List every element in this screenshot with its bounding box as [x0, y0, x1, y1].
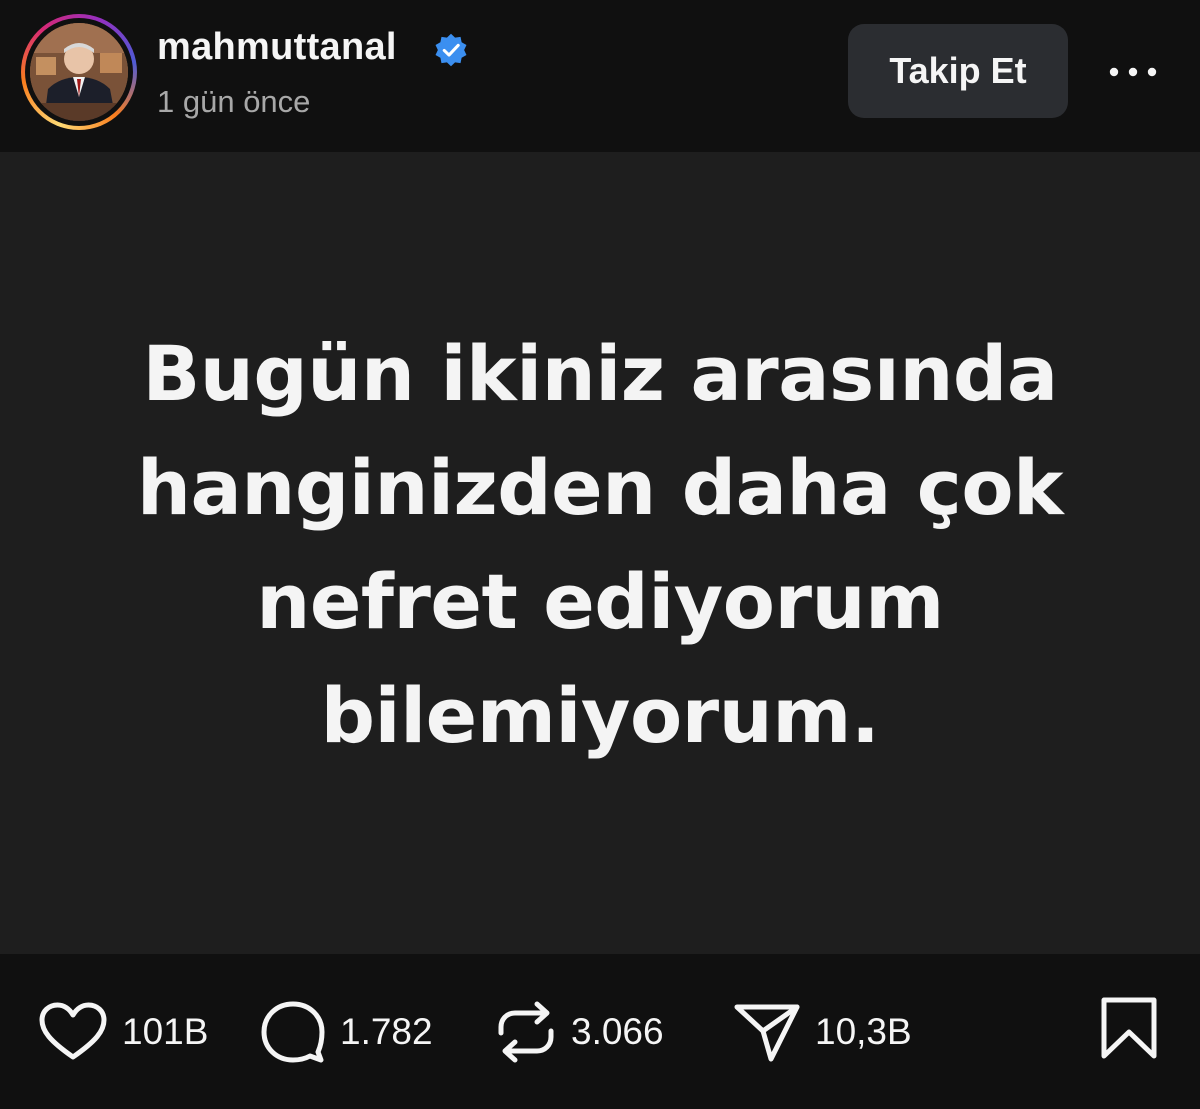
more-options-button[interactable] — [1103, 50, 1163, 94]
share-icon — [734, 1004, 800, 1061]
like-count: 101B — [122, 1010, 209, 1052]
repost-count: 3.066 — [571, 1010, 664, 1052]
post-text-line: bilemiyorum. — [320, 671, 880, 760]
more-options-icon — [1109, 67, 1157, 77]
post-text: Bugün ikiniz arasında hanginizden daha ç… — [50, 317, 1150, 773]
like-button[interactable]: 101B — [38, 954, 208, 1109]
avatar-portrait-icon — [30, 23, 128, 121]
heart-icon — [39, 1002, 107, 1059]
bookmark-button[interactable] — [1098, 996, 1160, 1065]
repost-button[interactable]: 3.066 — [495, 954, 664, 1109]
post-text-line: Bugün ikiniz arasında — [142, 329, 1058, 418]
post-header: mahmuttanal 1 gün önce Takip Et — [0, 0, 1200, 152]
repost-icon — [498, 1001, 554, 1062]
verified-badge-icon — [435, 33, 467, 67]
follow-button[interactable]: Takip Et — [848, 24, 1068, 118]
comment-button[interactable]: 1.782 — [260, 954, 433, 1109]
post-text-line: hanginizden daha çok — [136, 443, 1064, 532]
comment-icon — [261, 1001, 325, 1062]
avatar-photo — [30, 23, 128, 121]
username[interactable]: mahmuttanal — [157, 26, 397, 69]
share-button[interactable]: 10,3B — [733, 954, 912, 1109]
post-actions-bar: 101B 1.782 3.066 10,3B — [0, 954, 1200, 1109]
share-count: 10,3B — [815, 1010, 912, 1052]
post-timestamp: 1 gün önce — [157, 84, 311, 119]
comment-count: 1.782 — [340, 1010, 433, 1052]
post-text-line: nefret ediyorum — [256, 557, 944, 646]
avatar[interactable] — [21, 14, 137, 130]
post-media[interactable]: Bugün ikiniz arasında hanginizden daha ç… — [0, 152, 1200, 954]
bookmark-icon — [1101, 997, 1157, 1059]
